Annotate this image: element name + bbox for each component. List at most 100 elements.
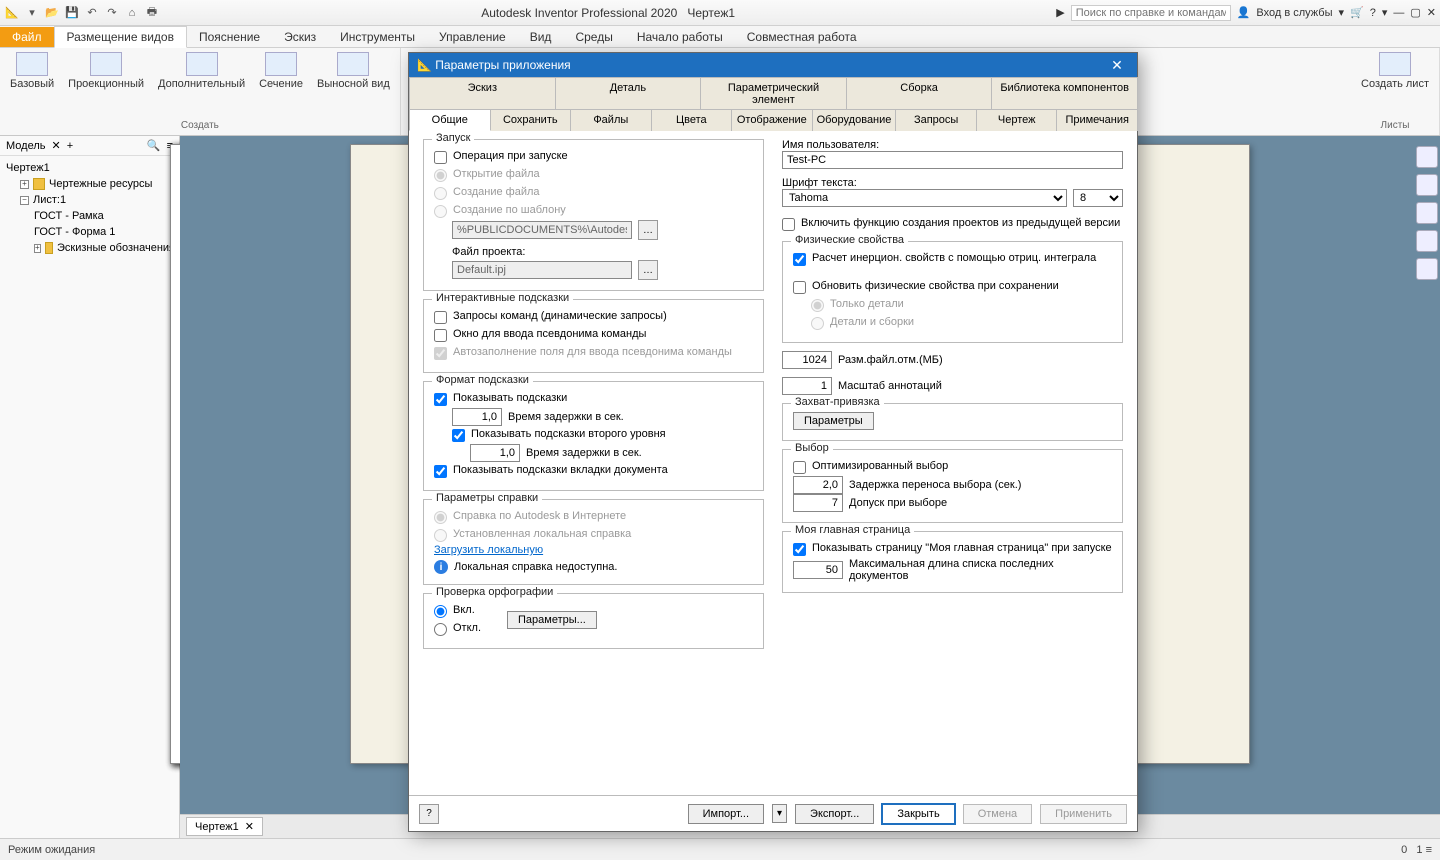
export-button[interactable]: Экспорт...	[795, 804, 874, 824]
collapse-icon[interactable]: −	[20, 196, 29, 205]
chk-cmd-prompts[interactable]: Запросы команд (динамические запросы)	[434, 308, 753, 326]
ribbon-item-newsheet[interactable]: Создать лист	[1361, 52, 1429, 90]
snap-params-button[interactable]: Параметры	[793, 412, 874, 430]
tooltip-delay-1[interactable]	[452, 408, 502, 426]
tooltip-delay-2[interactable]	[470, 444, 520, 462]
dlg-tab-notes[interactable]: Примечания	[1056, 109, 1138, 131]
dialog-help-icon[interactable]: ?	[419, 804, 439, 824]
redo-icon[interactable]: ↷	[104, 5, 120, 21]
dlg-tab-colors[interactable]: Цвета	[651, 109, 733, 131]
ribbon-tab-5[interactable]: Вид	[518, 27, 564, 47]
model-add-icon[interactable]: +	[67, 140, 73, 152]
font-name-select[interactable]: Tahoma	[782, 189, 1067, 207]
print-icon[interactable]: 🖶	[144, 5, 160, 21]
tree-child-1[interactable]: ГОСТ - Форма 1	[2, 224, 177, 240]
ribbon-tab-4[interactable]: Управление	[427, 27, 518, 47]
dlg-tab-hardware[interactable]: Оборудование	[812, 109, 897, 131]
browse-project-icon[interactable]: …	[638, 260, 658, 280]
dlg-tab-display[interactable]: Отображение	[731, 109, 813, 131]
ribbon-item-aux[interactable]: Дополнительный	[158, 52, 245, 90]
spell-options-button[interactable]: Параметры...	[507, 611, 597, 629]
tree-root[interactable]: Чертеж1	[2, 160, 177, 176]
ribbon-item-base[interactable]: Базовый	[10, 52, 54, 90]
expand-icon[interactable]: +	[20, 180, 29, 189]
ribbon-tab-7[interactable]: Начало работы	[625, 27, 735, 47]
download-local-help-link[interactable]: Загрузить локальную	[434, 544, 543, 556]
model-close-icon[interactable]: ✕	[51, 139, 60, 152]
ribbon-tab-2[interactable]: Эскиз	[272, 27, 328, 47]
ribbon-tab-1[interactable]: Пояснение	[187, 27, 272, 47]
import-dropdown-icon[interactable]: ▾	[772, 804, 787, 823]
browse-template-icon[interactable]: …	[638, 220, 658, 240]
expand-icon[interactable]: +	[34, 244, 41, 253]
dlg-tab-prompts[interactable]: Запросы	[895, 109, 977, 131]
home-icon[interactable]: ⌂	[124, 5, 140, 21]
chk-show-tooltips-2[interactable]: Показывать подсказки второго уровня	[452, 426, 753, 444]
dlg-tab-ifeature[interactable]: Параметрический элемент	[700, 77, 847, 110]
zoom-window-icon[interactable]	[1416, 230, 1438, 252]
chk-optimized-select[interactable]: Оптимизированный выбор	[793, 458, 1112, 476]
tree-resources[interactable]: +Чертежные ресурсы	[2, 176, 177, 192]
ribbon-tab-8[interactable]: Совместная работа	[735, 27, 869, 47]
dlg-tab-cc[interactable]: Библиотека компонентов	[991, 77, 1138, 110]
open-icon[interactable]: 📂	[44, 5, 60, 21]
zoom-all-icon[interactable]	[1416, 258, 1438, 280]
dlg-tab-save[interactable]: Сохранить	[490, 109, 572, 131]
min-icon[interactable]: —	[1393, 7, 1404, 19]
close-button[interactable]: Закрыть	[882, 804, 954, 824]
undo-icon[interactable]: ↶	[84, 5, 100, 21]
ribbon-item-detail[interactable]: Выносной вид	[317, 52, 390, 90]
chk-legacy-projects[interactable]: Включить функцию создания проектов из пр…	[782, 215, 1123, 233]
user-icon[interactable]: 👤	[1237, 6, 1251, 19]
status-menu-icon[interactable]: ≡	[1426, 844, 1432, 856]
select-delay-field[interactable]	[793, 476, 843, 494]
ribbon-tab-6[interactable]: Среды	[563, 27, 624, 47]
zoom-icon[interactable]	[1416, 202, 1438, 224]
ribbon-tab-0[interactable]: Размещение видов	[54, 26, 187, 48]
help-search-input[interactable]	[1071, 5, 1231, 21]
max-icon[interactable]: ▢	[1410, 6, 1420, 19]
chk-show-home[interactable]: Показывать страницу "Моя главная страниц…	[793, 540, 1112, 558]
cart-icon[interactable]: 🛒	[1350, 6, 1364, 19]
dialog-close-icon[interactable]: ✕	[1105, 57, 1129, 74]
rad-spell-on[interactable]: Вкл.	[434, 602, 481, 620]
pan-icon[interactable]	[1416, 174, 1438, 196]
ribbon-item-projected[interactable]: Проекционный	[68, 52, 144, 90]
save-icon[interactable]: 💾	[64, 5, 80, 21]
dlg-tab-files[interactable]: Файлы	[570, 109, 652, 131]
anno-scale-field[interactable]	[782, 377, 832, 395]
select-tol-field[interactable]	[793, 494, 843, 512]
recent-max-field[interactable]	[793, 561, 843, 579]
ribbon-tab-3[interactable]: Инструменты	[328, 27, 427, 47]
dlg-tab-drawing[interactable]: Чертеж	[976, 109, 1058, 131]
font-size-select[interactable]: 8	[1073, 189, 1123, 207]
chk-startup-op[interactable]: Операция при запуске	[434, 148, 753, 166]
tree-sheet[interactable]: −Лист:1	[2, 192, 177, 208]
rad-spell-off[interactable]: Откл.	[434, 620, 481, 638]
doc-tab-close-icon[interactable]: ✕	[245, 820, 254, 833]
tree-child-2[interactable]: +Эскизные обозначения	[2, 240, 177, 256]
username-field[interactable]	[782, 151, 1123, 169]
dlg-tab-sketch[interactable]: Эскиз	[409, 77, 556, 110]
chk-neg-integral[interactable]: Расчет инерцион. свойств с помощью отриц…	[793, 250, 1112, 268]
import-button[interactable]: Импорт...	[688, 804, 764, 824]
chk-alias-window[interactable]: Окно для ввода псевдонима команды	[434, 326, 753, 344]
doc-tab-active[interactable]: Чертеж1✕	[186, 817, 263, 836]
undo-size-field[interactable]	[782, 351, 832, 369]
chk-update-on-save[interactable]: Обновить физические свойства при сохране…	[793, 278, 1112, 296]
new-icon[interactable]: ▾	[24, 5, 40, 21]
dlg-tab-part[interactable]: Деталь	[555, 77, 702, 110]
file-tab[interactable]: Файл	[0, 27, 54, 47]
dlg-tab-assembly[interactable]: Сборка	[846, 77, 993, 110]
dlg-tab-general[interactable]: Общие	[409, 109, 491, 131]
close-app-icon[interactable]: ✕	[1427, 6, 1436, 19]
model-search-icon[interactable]: 🔍	[147, 139, 161, 152]
dialog-titlebar[interactable]: 📐 Параметры приложения ✕	[409, 53, 1137, 77]
chk-show-tooltips[interactable]: Показывать подсказки	[434, 390, 753, 408]
help-icon[interactable]: ?	[1370, 7, 1376, 19]
tree-child-0[interactable]: ГОСТ - Рамка	[2, 208, 177, 224]
search-play-icon[interactable]: ▶	[1056, 6, 1064, 19]
ribbon-item-section[interactable]: Сечение	[259, 52, 303, 90]
chk-show-doc-tooltips[interactable]: Показывать подсказки вкладки документа	[434, 462, 753, 480]
signin-label[interactable]: Вход в службы	[1256, 7, 1332, 19]
